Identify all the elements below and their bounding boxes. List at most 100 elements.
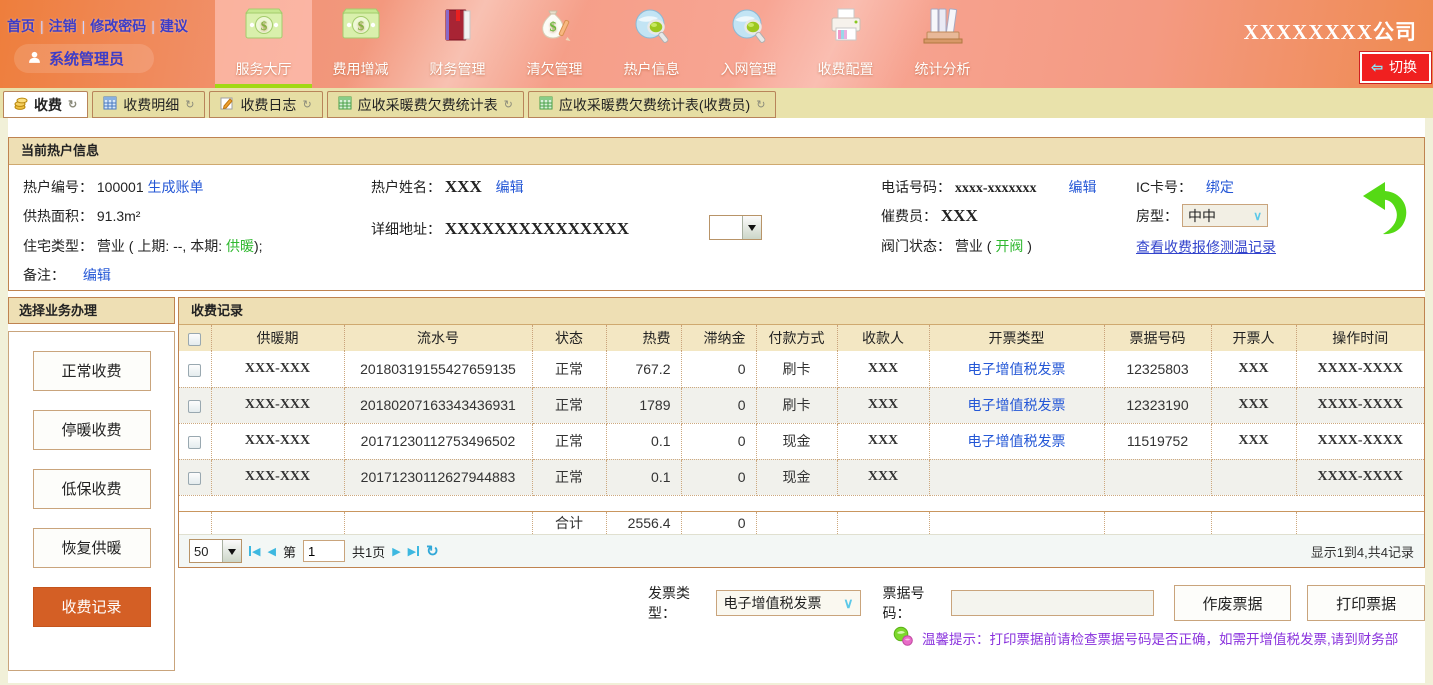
svg-text:$: $ [357, 18, 364, 33]
op-time-cell: XXXX-XXXX [1296, 459, 1424, 495]
table-row[interactable]: XXX-XXX 20171230112627944883 正常 0.1 0 现金… [179, 459, 1424, 495]
logout-link[interactable]: 注销 [44, 18, 82, 34]
col-header: 供暖期 [211, 325, 344, 351]
collector-label: 催费员： [881, 208, 937, 224]
nav-label: 热户信息 [624, 59, 680, 79]
prev-page-button[interactable]: ◀ [267, 545, 275, 558]
ticket-no-input[interactable] [951, 590, 1154, 616]
charge-records-button[interactable]: 收费记录 [33, 587, 151, 627]
residence-status: 供暖 [226, 238, 254, 254]
ic-bind-link[interactable]: 绑定 [1206, 179, 1234, 195]
home-link[interactable]: 首页 [2, 18, 40, 34]
invoice-type-value: 电子增值税发票 [723, 593, 821, 613]
heating-area-value: 91.3m² [97, 208, 141, 224]
stop-heating-charge-button[interactable]: 停暖收费 [33, 410, 151, 450]
generate-bill-link[interactable]: 生成账单 [148, 179, 204, 195]
nav-statistics[interactable]: 统计分析 [894, 0, 991, 88]
invoice-type-select[interactable]: 电子增值税发票 ∨ [716, 590, 860, 616]
switch-button[interactable]: ⇦ 切换 [1360, 52, 1431, 83]
panel-title: 收费记录 [179, 298, 1424, 325]
remark-label: 备注： [23, 267, 65, 283]
tab-shoufei[interactable]: 收费 ↻ [3, 91, 88, 118]
business-sidebar: 正常收费 停暖收费 低保收费 恢复供暖 收费记录 [8, 331, 175, 671]
payee-cell: XXX [837, 387, 929, 423]
row-checkbox[interactable] [188, 436, 201, 449]
nav-fee-adjust[interactable]: $ 费用增减 [312, 0, 409, 88]
user-badge: 系统管理员 [14, 44, 154, 73]
user-icon [28, 51, 41, 67]
invoice-type-link[interactable]: 电子增值税发票 [968, 361, 1066, 377]
back-arrow-icon[interactable] [1357, 179, 1409, 240]
spacer-row [179, 495, 1424, 511]
invoice-type-link[interactable]: 电子增值税发票 [968, 397, 1066, 413]
tab-refresh-icon[interactable]: ↻ [68, 98, 77, 111]
col-header: 滞纳金 [681, 325, 756, 351]
money-bag-icon: $ [534, 6, 576, 49]
change-password-link[interactable]: 修改密码 [85, 18, 151, 34]
remark-edit-link[interactable]: 编辑 [83, 267, 111, 283]
first-page-button[interactable]: ◀ [249, 545, 260, 558]
household-info-body: 热户编号： 100001 生成账单 供热面积： 91.3m² 住宅类型： 营业 … [9, 165, 1424, 290]
table-grid-icon [103, 96, 117, 113]
room-type-label: 房型： [1136, 206, 1178, 226]
payee-cell: XXX [837, 459, 929, 495]
temp-record-link[interactable]: 查看收费报修测温记录 [1136, 239, 1276, 255]
page-size-value: 50 [190, 540, 222, 562]
household-no-label: 热户编号： [23, 179, 93, 195]
select-all-checkbox[interactable] [188, 333, 201, 346]
nav-service-hall[interactable]: $ 服务大厅 [215, 0, 312, 88]
row-checkbox[interactable] [188, 472, 201, 485]
low-income-charge-button[interactable]: 低保收费 [33, 469, 151, 509]
page-size-select[interactable]: 50 [189, 539, 242, 563]
void-ticket-button[interactable]: 作废票据 [1174, 585, 1292, 621]
tab-refresh-icon[interactable]: ↻ [756, 98, 765, 111]
ticket-no-cell [1104, 459, 1211, 495]
totals-label: 合计 [532, 511, 606, 534]
valve-status-value: 营业 ( [955, 238, 995, 254]
nav-debt-clear[interactable]: $ 清欠管理 [506, 0, 603, 88]
serial-cell: 20171230112627944883 [344, 459, 532, 495]
nav-fee-config[interactable]: 收费配置 [797, 0, 894, 88]
normal-charge-button[interactable]: 正常收费 [33, 351, 151, 391]
page-number-input[interactable] [303, 540, 345, 562]
table-row[interactable]: XXX-XXX 20180207163343436931 正常 1789 0 刷… [179, 387, 1424, 423]
room-type-value: 中中 [1188, 206, 1216, 226]
tab-shoufei-mingxi[interactable]: 收费明细 ↻ [92, 91, 205, 118]
address-unit-dropdown[interactable] [709, 215, 762, 240]
name-edit-link[interactable]: 编辑 [496, 179, 524, 195]
ticket-no-cell: 11519752 [1104, 423, 1211, 459]
dropdown-arrow-icon[interactable] [742, 216, 761, 239]
period-cell: XXX-XXX [211, 459, 344, 495]
svg-text:$: $ [549, 20, 556, 35]
next-page-button[interactable]: ▶ [392, 545, 400, 558]
invoice-type-link[interactable]: 电子增值税发票 [968, 433, 1066, 449]
period-cell: XXX-XXX [211, 387, 344, 423]
tab-refresh-icon[interactable]: ↻ [185, 98, 194, 111]
nav-network-access[interactable]: 入网管理 [700, 0, 797, 88]
tab-qianfei-tongji[interactable]: 应收采暖费欠费统计表 ↻ [327, 91, 524, 118]
suggest-link[interactable]: 建议 [155, 18, 193, 34]
tab-qianfei-tongji-shoufeiyuan[interactable]: 应收采暖费欠费统计表(收费员) ↻ [528, 91, 777, 118]
room-type-select[interactable]: 中中 ∨ [1182, 204, 1268, 227]
tab-label: 收费日志 [240, 95, 296, 115]
tab-refresh-icon[interactable]: ↻ [302, 98, 311, 111]
nav-finance[interactable]: 财务管理 [409, 0, 506, 88]
row-checkbox[interactable] [188, 400, 201, 413]
nav-household-info[interactable]: 热户信息 [603, 0, 700, 88]
phone-edit-link[interactable]: 编辑 [1068, 179, 1096, 195]
table-row[interactable]: XXX-XXX 20171230112753496502 正常 0.1 0 现金… [179, 423, 1424, 459]
panel-title: 当前热户信息 [9, 138, 1424, 165]
print-ticket-button[interactable]: 打印票据 [1307, 585, 1425, 621]
resume-heating-button[interactable]: 恢复供暖 [33, 528, 151, 568]
dropdown-arrow-icon[interactable] [222, 540, 241, 562]
row-checkbox[interactable] [188, 364, 201, 377]
op-time-cell: XXXX-XXXX [1296, 387, 1424, 423]
table-row[interactable]: XXX-XXX 20180319155427659135 正常 767.2 0 … [179, 351, 1424, 387]
tab-shoufei-rizhi[interactable]: 收费日志 ↻ [209, 91, 322, 118]
late-fee-cell: 0 [681, 459, 756, 495]
tab-refresh-icon[interactable]: ↻ [504, 98, 513, 111]
switch-label: 切换 [1389, 57, 1417, 77]
last-page-button[interactable]: ▶ [408, 545, 419, 558]
balloon-hint-icon [893, 626, 914, 650]
refresh-icon[interactable]: ↻ [426, 542, 439, 560]
